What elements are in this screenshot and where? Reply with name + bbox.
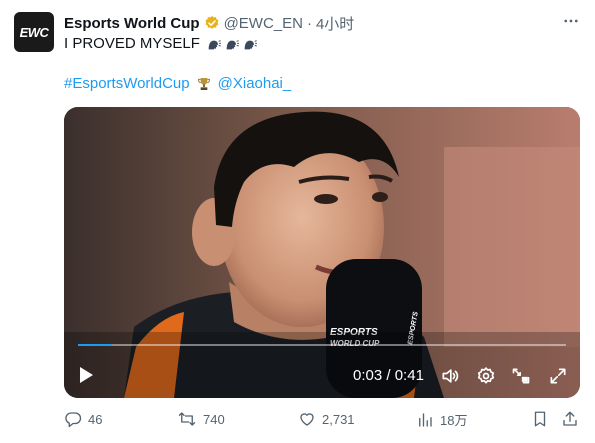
like-count: 2,731: [322, 411, 355, 427]
video-player[interactable]: ESPORTS WORLD CUP ESPORTS 0:03 / 0:41: [64, 107, 580, 398]
bookmark-icon: [534, 411, 546, 427]
video-timecode: 0:03 / 0:41: [353, 365, 424, 385]
hashtag-link[interactable]: #EsportsWorldCup: [64, 75, 190, 92]
reply-count: 46: [88, 411, 103, 427]
repost-count: 740: [203, 411, 225, 427]
share-icon: [563, 411, 577, 426]
views-count: 18万: [440, 413, 468, 428]
display-name[interactable]: Esports World Cup: [64, 15, 200, 32]
reply-icon: [65, 412, 82, 428]
separator-dot: ·: [306, 14, 312, 32]
repost-button[interactable]: 740: [177, 410, 225, 428]
speaking-head-icon: [244, 39, 257, 49]
tweet-actions: 46 740 2,731 18万: [64, 410, 586, 432]
tweet-header: Esports World Cup @EWC_EN · 4小时: [64, 13, 354, 33]
views-button[interactable]: 18万: [416, 410, 467, 429]
trophy-icon: [197, 77, 210, 90]
tweet-text: I PROVED MYSELF: [64, 35, 200, 52]
tweet-tags: #EsportsWorldCup @Xiaohai_: [64, 75, 291, 92]
progress-fill: [78, 344, 113, 346]
more-options-icon[interactable]: [556, 10, 586, 32]
video-frame: ESPORTS WORLD CUP ESPORTS: [64, 107, 580, 398]
time-total: 0:41: [394, 366, 424, 384]
settings-gear-icon[interactable]: [475, 365, 497, 387]
tweet-body: I PROVED MYSELF: [64, 35, 258, 52]
picture-in-picture-icon[interactable]: [510, 365, 532, 387]
share-button[interactable]: [561, 410, 585, 428]
views-chart-icon: [419, 412, 432, 427]
avatar-logo-text: EWC: [19, 24, 49, 40]
progress-bar[interactable]: [78, 344, 566, 346]
speaking-head-icon: [208, 39, 221, 49]
play-icon[interactable]: [76, 365, 96, 385]
repost-icon: [178, 412, 196, 426]
heart-icon: [300, 413, 314, 426]
speaking-head-icon: [226, 39, 239, 49]
avatar[interactable]: EWC: [14, 12, 54, 52]
reply-button[interactable]: 46: [64, 410, 102, 428]
mention-link[interactable]: @Xiaohai_: [218, 75, 292, 92]
like-button[interactable]: 2,731: [298, 410, 355, 428]
verified-badge-icon[interactable]: [204, 15, 220, 31]
user-handle[interactable]: @EWC_EN: [224, 15, 303, 32]
timestamp[interactable]: 4小时: [316, 13, 354, 34]
bookmark-button[interactable]: [531, 410, 555, 428]
time-current: 0:03: [353, 366, 383, 384]
emoji-group: [206, 36, 258, 52]
fullscreen-icon[interactable]: [547, 365, 569, 387]
volume-icon[interactable]: [439, 365, 461, 387]
time-separator: /: [382, 366, 395, 384]
